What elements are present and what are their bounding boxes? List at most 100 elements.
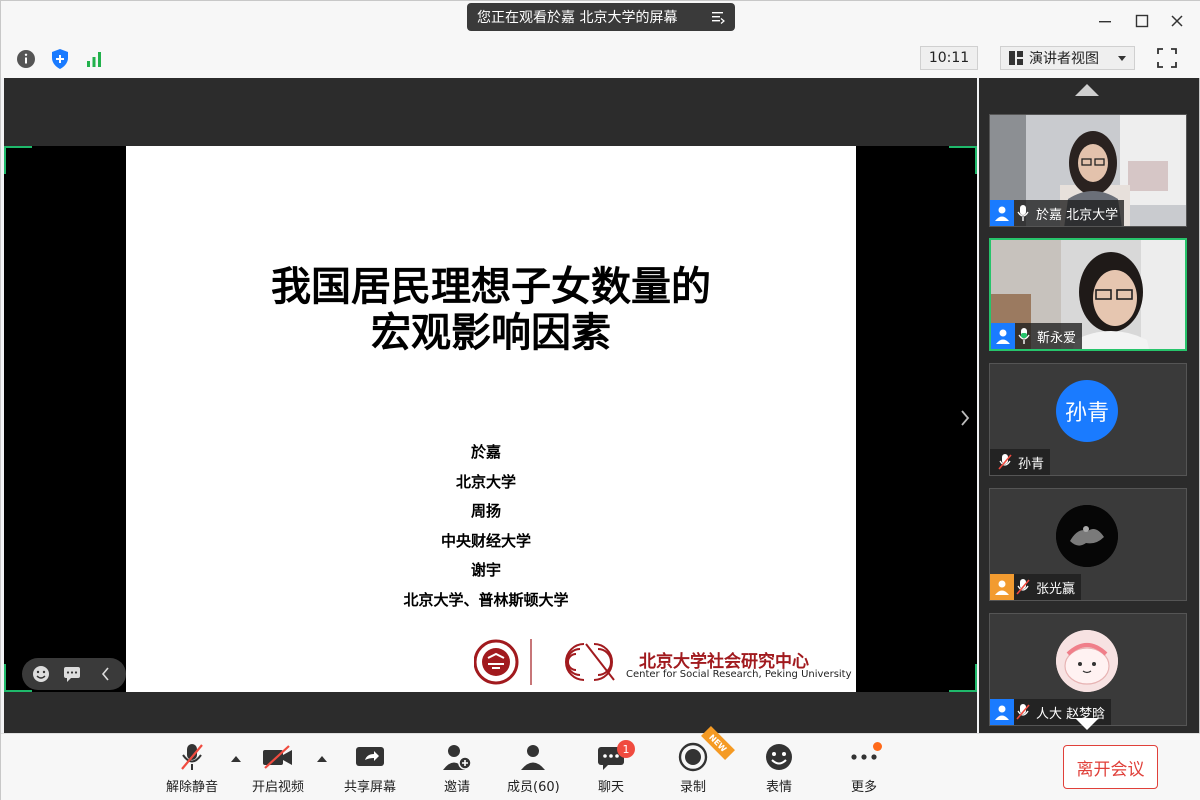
chat-button[interactable]: 1 聊天 [591, 740, 635, 798]
audio-options-caret[interactable] [231, 756, 241, 762]
shared-screen-area: 我国居民理想子女数量的 宏观影响因素 於嘉 北京大学 周扬 中央财经大学 谢宇 … [4, 78, 977, 733]
signal-icon [87, 52, 101, 67]
more-icon [844, 740, 884, 774]
chat-unread-badge: 1 [617, 740, 635, 758]
chevron-down-icon [1118, 56, 1126, 61]
add-user-icon [437, 740, 477, 774]
participant-tile-active[interactable]: 靳永爱 [989, 238, 1187, 351]
participant-name-bar: 靳永爱 [991, 323, 1083, 349]
participants-gallery: 於嘉 北京大学 靳永爱 孙青 孙青 张光赢 人大 赵梦晗 [979, 78, 1199, 733]
chevron-right-icon[interactable] [958, 408, 972, 428]
logo-english-name: Center for Social Research, Peking Unive… [626, 669, 852, 680]
microphone-muted-icon [172, 740, 212, 774]
invite-button[interactable]: 邀请 [437, 740, 477, 798]
meeting-window: 您正在观看於嘉 北京大学的屏幕 10:11 演讲者视图 我国居民理想子女数量的 … [0, 0, 1200, 800]
comment-icon[interactable] [63, 665, 81, 683]
close-button[interactable] [1167, 11, 1187, 31]
participant-name: 靳永爱 [1037, 330, 1077, 346]
avatar [1056, 630, 1118, 692]
fullscreen-icon[interactable] [1155, 46, 1179, 70]
frame-corner [949, 146, 977, 174]
scroll-down-icon[interactable] [1075, 718, 1099, 730]
record-button[interactable]: NEW 录制 [673, 726, 735, 798]
record-icon: NEW [673, 726, 735, 774]
slide-title: 我国居民理想子女数量的 宏观影响因素 [126, 264, 856, 356]
layout-icon [1009, 51, 1023, 65]
start-video-button[interactable]: 开启视频 [252, 740, 304, 798]
meeting-toolbar: 解除静音 开启视频 共享屏幕 邀请 成员(60) 1 聊天 NEW 录制 表情 … [1, 726, 1200, 800]
participant-tile[interactable]: 人大 赵梦晗 [989, 613, 1187, 726]
close-icon [1171, 15, 1183, 27]
emoji-icon [759, 740, 799, 774]
unmute-label: 解除静音 [166, 780, 219, 795]
reactions-label: 表情 [765, 780, 792, 795]
presentation-slide: 我国居民理想子女数量的 宏观影响因素 於嘉 北京大学 周扬 中央财经大学 谢宇 … [126, 146, 856, 692]
record-label: 录制 [679, 780, 706, 795]
slide-title-line1: 我国居民理想子女数量的 [271, 264, 711, 310]
chevron-left-icon[interactable] [97, 665, 115, 683]
slide-title-line2: 宏观影响因素 [371, 310, 611, 356]
unmute-button[interactable]: 解除静音 [166, 740, 218, 798]
notification-dot [873, 742, 882, 751]
author-line: 於嘉 [470, 443, 501, 461]
maximize-icon [1135, 14, 1149, 28]
participant-name: 於嘉 北京大学 [1036, 207, 1119, 223]
reactions-button[interactable]: 表情 [759, 740, 799, 798]
user-icon [990, 574, 1014, 600]
share-banner-text: 您正在观看於嘉 北京大学的屏幕 [477, 10, 678, 26]
avatar: 孙青 [1056, 380, 1118, 442]
invite-label: 邀请 [443, 780, 470, 795]
minimize-button[interactable] [1095, 11, 1115, 31]
participant-tile[interactable]: 孙青 孙青 [989, 363, 1187, 476]
more-button[interactable]: 更多 [844, 740, 884, 798]
leave-meeting-button[interactable]: 离开会议 [1063, 745, 1158, 789]
emoji-icon[interactable] [32, 665, 50, 683]
avatar [1056, 505, 1118, 567]
video-options-caret[interactable] [317, 756, 327, 762]
title-bar: 您正在观看於嘉 北京大学的屏幕 [1, 1, 1200, 41]
user-icon [990, 699, 1014, 725]
chat-icon: 1 [591, 740, 635, 774]
share-screen-icon [350, 740, 390, 774]
avatar-text: 孙青 [1064, 401, 1109, 426]
microphone-muted-icon [1014, 699, 1032, 725]
author-line: 中央财经大学 [440, 531, 531, 550]
maximize-button[interactable] [1132, 11, 1152, 31]
slide-authors: 於嘉 北京大学 周扬 中央财经大学 谢宇 北京大学、普林斯顿大学 [126, 438, 846, 616]
menu-icon[interactable] [711, 10, 725, 24]
meeting-clock: 10:11 [920, 46, 978, 70]
share-screen-button[interactable]: 共享屏幕 [344, 740, 396, 798]
author-line: 北京大学、普林斯顿大学 [403, 590, 569, 609]
shield-icon [52, 49, 68, 69]
microphone-muted-icon [1014, 574, 1032, 600]
participant-name-bar: 於嘉 北京大学 [990, 200, 1125, 226]
user-icon [990, 200, 1014, 226]
participant-tile[interactable]: 於嘉 北京大学 [989, 114, 1187, 227]
security-button[interactable] [49, 48, 71, 70]
microphone-icon [1014, 200, 1032, 226]
microphone-muted-icon [996, 449, 1014, 475]
participant-name-bar: 孙青 [990, 449, 1051, 475]
members-button[interactable]: 成员(60) [507, 740, 560, 798]
minimize-icon [1099, 21, 1111, 23]
frame-corner [4, 146, 32, 174]
members-icon [513, 740, 553, 774]
author-line: 谢宇 [470, 561, 501, 580]
author-line: 北京大学 [455, 472, 516, 491]
more-label: 更多 [850, 780, 877, 795]
network-button[interactable] [83, 48, 105, 70]
share-banner[interactable]: 您正在观看於嘉 北京大学的屏幕 [467, 3, 735, 31]
participant-tile[interactable]: 张光赢 [989, 488, 1187, 601]
members-label: 成员(60) [507, 780, 560, 795]
frame-corner [949, 664, 977, 692]
camera-off-icon [258, 740, 298, 774]
author-line: 周扬 [470, 502, 501, 521]
participant-name: 张光赢 [1036, 581, 1076, 597]
scroll-up-icon[interactable] [1075, 84, 1099, 96]
chat-label: 聊天 [597, 780, 624, 795]
info-button[interactable] [15, 48, 37, 70]
microphone-active-icon [1015, 323, 1033, 349]
view-mode-select[interactable]: 演讲者视图 [1000, 46, 1135, 70]
view-mode-label: 演讲者视图 [1029, 51, 1099, 67]
annotation-toolbar [22, 658, 126, 690]
